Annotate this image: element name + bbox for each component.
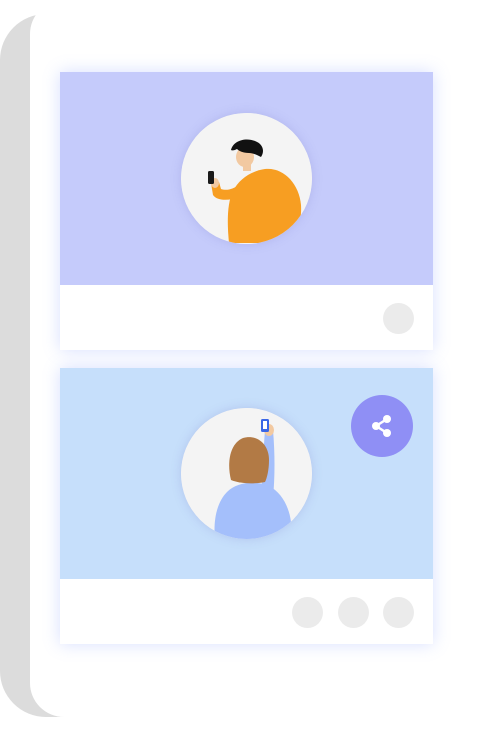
footer-action-button[interactable] (292, 597, 323, 628)
footer-action-button[interactable] (383, 303, 414, 334)
footer-action-button[interactable] (338, 597, 369, 628)
page (0, 0, 494, 733)
post-card-2-footer (60, 579, 433, 644)
post-card-1-footer (60, 285, 433, 350)
post-card-2-banner (60, 368, 433, 579)
post-card-1[interactable] (60, 72, 433, 350)
person-looking-at-phone-illustration (181, 113, 312, 244)
person-holding-up-phone-illustration (181, 408, 312, 539)
post-card-2[interactable] (60, 368, 433, 644)
post-card-1-banner (60, 72, 433, 285)
share-icon (372, 415, 391, 437)
share-button[interactable] (351, 395, 413, 457)
footer-action-button[interactable] (383, 597, 414, 628)
